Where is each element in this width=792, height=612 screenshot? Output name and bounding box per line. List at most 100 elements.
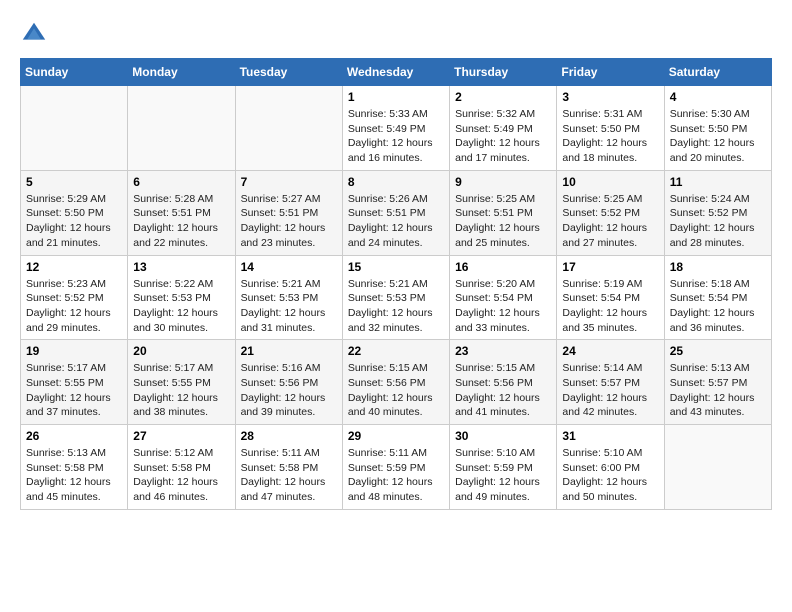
calendar-cell: 18Sunrise: 5:18 AMSunset: 5:54 PMDayligh…	[664, 255, 771, 340]
day-number: 22	[348, 344, 444, 358]
calendar-cell: 9 Sunrise: 5:25 AMSunset: 5:51 PMDaylight…	[450, 170, 557, 255]
day-info: Sunrise: 5:21 AMSunset: 5:53 PMDaylight:…	[348, 277, 444, 336]
calendar-week-row: 1 Sunrise: 5:33 AMSunset: 5:49 PMDaylight…	[21, 86, 772, 171]
calendar-week-row: 5 Sunrise: 5:29 AMSunset: 5:50 PMDaylight…	[21, 170, 772, 255]
day-info: Sunrise: 5:19 AMSunset: 5:54 PMDaylight:…	[562, 277, 658, 336]
day-number: 5	[26, 175, 122, 189]
calendar-table: SundayMondayTuesdayWednesdayThursdayFrid…	[20, 58, 772, 510]
weekday-header-wednesday: Wednesday	[342, 59, 449, 86]
day-number: 21	[241, 344, 337, 358]
day-info: Sunrise: 5:11 AMSunset: 5:59 PMDaylight:…	[348, 446, 444, 505]
day-number: 1	[348, 90, 444, 104]
weekday-header-thursday: Thursday	[450, 59, 557, 86]
weekday-header-saturday: Saturday	[664, 59, 771, 86]
day-number: 28	[241, 429, 337, 443]
day-number: 23	[455, 344, 551, 358]
calendar-cell: 3 Sunrise: 5:31 AMSunset: 5:50 PMDaylight…	[557, 86, 664, 171]
calendar-cell: 17Sunrise: 5:19 AMSunset: 5:54 PMDayligh…	[557, 255, 664, 340]
day-info: Sunrise: 5:26 AMSunset: 5:51 PMDaylight:…	[348, 192, 444, 251]
weekday-header-friday: Friday	[557, 59, 664, 86]
day-info: Sunrise: 5:27 AMSunset: 5:51 PMDaylight:…	[241, 192, 337, 251]
day-number: 2	[455, 90, 551, 104]
day-number: 11	[670, 175, 766, 189]
calendar-cell: 19Sunrise: 5:17 AMSunset: 5:55 PMDayligh…	[21, 340, 128, 425]
calendar-cell	[235, 86, 342, 171]
calendar-cell: 26 Sunrise: 5:13 AMSunset: 5:58 PMDayligh…	[21, 425, 128, 510]
day-number: 7	[241, 175, 337, 189]
calendar-cell: 13 Sunrise: 5:22 AMSunset: 5:53 PMDayligh…	[128, 255, 235, 340]
calendar-cell: 5 Sunrise: 5:29 AMSunset: 5:50 PMDaylight…	[21, 170, 128, 255]
calendar-cell	[664, 425, 771, 510]
weekday-header-row: SundayMondayTuesdayWednesdayThursdayFrid…	[21, 59, 772, 86]
day-info: Sunrise: 5:10 AMSunset: 5:59 PMDaylight:…	[455, 446, 551, 505]
page-header	[20, 20, 772, 48]
day-number: 13	[133, 260, 229, 274]
day-number: 3	[562, 90, 658, 104]
day-number: 15	[348, 260, 444, 274]
day-number: 18	[670, 260, 766, 274]
calendar-cell: 15 Sunrise: 5:21 AMSunset: 5:53 PMDayligh…	[342, 255, 449, 340]
day-number: 31	[562, 429, 658, 443]
day-info: Sunrise: 5:11 AMSunset: 5:58 PMDaylight:…	[241, 446, 337, 505]
day-info: Sunrise: 5:31 AMSunset: 5:50 PMDaylight:…	[562, 107, 658, 166]
calendar-cell: 14Sunrise: 5:21 AMSunset: 5:53 PMDayligh…	[235, 255, 342, 340]
day-info: Sunrise: 5:29 AMSunset: 5:50 PMDaylight:…	[26, 192, 122, 251]
calendar-week-row: 12Sunrise: 5:23 AMSunset: 5:52 PMDayligh…	[21, 255, 772, 340]
day-info: Sunrise: 5:13 AMSunset: 5:57 PMDaylight:…	[670, 361, 766, 420]
calendar-cell: 7 Sunrise: 5:27 AMSunset: 5:51 PMDaylight…	[235, 170, 342, 255]
logo-icon	[20, 20, 48, 48]
day-number: 4	[670, 90, 766, 104]
day-info: Sunrise: 5:14 AMSunset: 5:57 PMDaylight:…	[562, 361, 658, 420]
day-number: 20	[133, 344, 229, 358]
day-number: 14	[241, 260, 337, 274]
weekday-header-monday: Monday	[128, 59, 235, 86]
day-info: Sunrise: 5:25 AMSunset: 5:51 PMDaylight:…	[455, 192, 551, 251]
day-number: 29	[348, 429, 444, 443]
day-info: Sunrise: 5:24 AMSunset: 5:52 PMDaylight:…	[670, 192, 766, 251]
day-info: Sunrise: 5:30 AMSunset: 5:50 PMDaylight:…	[670, 107, 766, 166]
day-info: Sunrise: 5:20 AMSunset: 5:54 PMDaylight:…	[455, 277, 551, 336]
calendar-cell: 25 Sunrise: 5:13 AMSunset: 5:57 PMDayligh…	[664, 340, 771, 425]
day-number: 24	[562, 344, 658, 358]
calendar-cell: 29 Sunrise: 5:11 AMSunset: 5:59 PMDayligh…	[342, 425, 449, 510]
calendar-cell: 8 Sunrise: 5:26 AMSunset: 5:51 PMDaylight…	[342, 170, 449, 255]
weekday-header-tuesday: Tuesday	[235, 59, 342, 86]
day-number: 9	[455, 175, 551, 189]
calendar-cell: 10Sunrise: 5:25 AMSunset: 5:52 PMDayligh…	[557, 170, 664, 255]
calendar-cell: 2 Sunrise: 5:32 AMSunset: 5:49 PMDaylight…	[450, 86, 557, 171]
day-info: Sunrise: 5:23 AMSunset: 5:52 PMDaylight:…	[26, 277, 122, 336]
calendar-cell: 27Sunrise: 5:12 AMSunset: 5:58 PMDayligh…	[128, 425, 235, 510]
day-info: Sunrise: 5:32 AMSunset: 5:49 PMDaylight:…	[455, 107, 551, 166]
day-info: Sunrise: 5:25 AMSunset: 5:52 PMDaylight:…	[562, 192, 658, 251]
day-info: Sunrise: 5:15 AMSunset: 5:56 PMDaylight:…	[348, 361, 444, 420]
calendar-cell: 12Sunrise: 5:23 AMSunset: 5:52 PMDayligh…	[21, 255, 128, 340]
calendar-cell: 21 Sunrise: 5:16 AMSunset: 5:56 PMDayligh…	[235, 340, 342, 425]
weekday-header-sunday: Sunday	[21, 59, 128, 86]
day-info: Sunrise: 5:12 AMSunset: 5:58 PMDaylight:…	[133, 446, 229, 505]
day-number: 19	[26, 344, 122, 358]
day-info: Sunrise: 5:17 AMSunset: 5:55 PMDaylight:…	[133, 361, 229, 420]
calendar-cell: 16Sunrise: 5:20 AMSunset: 5:54 PMDayligh…	[450, 255, 557, 340]
calendar-cell: 22 Sunrise: 5:15 AMSunset: 5:56 PMDayligh…	[342, 340, 449, 425]
day-info: Sunrise: 5:33 AMSunset: 5:49 PMDaylight:…	[348, 107, 444, 166]
calendar-cell: 28 Sunrise: 5:11 AMSunset: 5:58 PMDayligh…	[235, 425, 342, 510]
day-number: 6	[133, 175, 229, 189]
day-info: Sunrise: 5:10 AMSunset: 6:00 PMDaylight:…	[562, 446, 658, 505]
day-info: Sunrise: 5:16 AMSunset: 5:56 PMDaylight:…	[241, 361, 337, 420]
day-number: 25	[670, 344, 766, 358]
day-info: Sunrise: 5:13 AMSunset: 5:58 PMDaylight:…	[26, 446, 122, 505]
calendar-week-row: 19 Sunrise: 5:17 AMSunset: 5:55 PMDayligh…	[21, 340, 772, 425]
calendar-cell: 30 Sunrise: 5:10 AMSunset: 5:59 PMDayligh…	[450, 425, 557, 510]
calendar-cell: 23Sunrise: 5:15 AMSunset: 5:56 PMDayligh…	[450, 340, 557, 425]
calendar-cell: 20 Sunrise: 5:17 AMSunset: 5:55 PMDayligh…	[128, 340, 235, 425]
day-number: 26	[26, 429, 122, 443]
day-number: 8	[348, 175, 444, 189]
calendar-cell: 4 Sunrise: 5:30 AMSunset: 5:50 PMDaylight…	[664, 86, 771, 171]
calendar-cell: 6 Sunrise: 5:28 AMSunset: 5:51 PMDaylight…	[128, 170, 235, 255]
day-number: 30	[455, 429, 551, 443]
calendar-week-row: 26 Sunrise: 5:13 AMSunset: 5:58 PMDayligh…	[21, 425, 772, 510]
calendar-cell	[128, 86, 235, 171]
calendar-cell: 24 Sunrise: 5:14 AMSunset: 5:57 PMDayligh…	[557, 340, 664, 425]
day-info: Sunrise: 5:28 AMSunset: 5:51 PMDaylight:…	[133, 192, 229, 251]
day-info: Sunrise: 5:22 AMSunset: 5:53 PMDaylight:…	[133, 277, 229, 336]
